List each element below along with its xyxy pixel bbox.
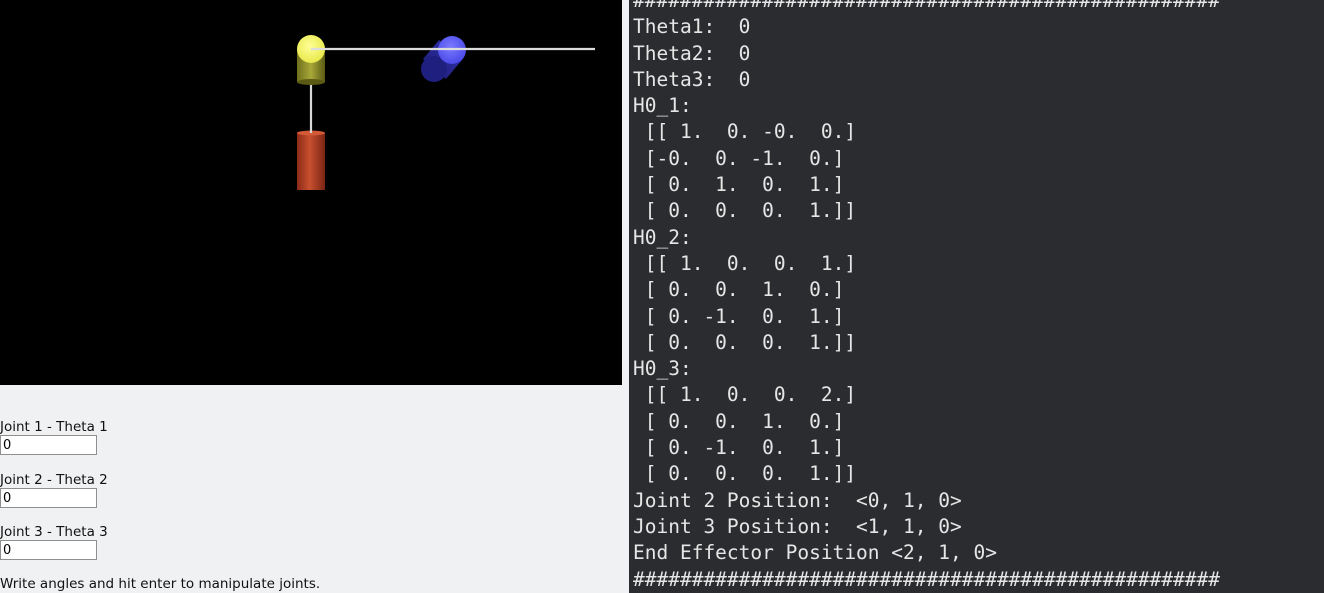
joint3-theta-input[interactable] (0, 540, 97, 560)
joint1-cylinder (297, 35, 325, 85)
joint3-label: Joint 3 - Theta 3 (0, 524, 108, 540)
console-line: ########################################… (633, 0, 1220, 12)
joint2-cylinder (421, 36, 466, 82)
console-line: H0_3: (633, 357, 692, 381)
console-line: [ 0. 1. 0. 1.] (633, 173, 845, 197)
console-line: [ 0. 0. 0. 1.]] (633, 199, 857, 223)
joint2-label: Joint 2 - Theta 2 (0, 472, 108, 488)
console-line: [[ 1. 0. -0. 0.] (633, 120, 857, 144)
console-line: [ 0. 0. 0. 1.]] (633, 462, 857, 486)
console-line: [ 0. 0. 1. 0.] (633, 278, 845, 302)
robot-arm-scene (297, 35, 595, 190)
console-line: [ 0. -1. 0. 1.] (633, 304, 845, 328)
console-line: [ 0. -1. 0. 1.] (633, 436, 845, 460)
console-line: [[ 1. 0. 0. 2.] (633, 383, 857, 407)
simulation-pane: Joint 1 - Theta 1 Joint 2 - Theta 2 Join… (0, 0, 622, 593)
console-line: ########################################… (633, 567, 1220, 591)
joint1-control: Joint 1 - Theta 1 (0, 419, 200, 455)
console-lines: ########################################… (633, 0, 1220, 593)
console-line: [[ 1. 0. 0. 1.] (633, 251, 857, 275)
console-line: H0_2: (633, 225, 692, 249)
joint3-control: Joint 3 - Theta 3 (0, 524, 200, 560)
pane-divider[interactable] (622, 0, 629, 593)
joint2-theta-input[interactable] (0, 488, 97, 508)
base-link (297, 130, 325, 190)
console-line: Joint 3 Position: <1, 1, 0> (633, 514, 962, 538)
console-line: H0_1: (633, 94, 692, 118)
joint1-label: Joint 1 - Theta 1 (0, 419, 108, 435)
joint1-theta-input[interactable] (0, 435, 97, 455)
console-line: Joint 2 Position: <0, 1, 0> (633, 488, 962, 512)
console-output[interactable]: ########################################… (629, 0, 1324, 593)
app-window: Joint 1 - Theta 1 Joint 2 - Theta 2 Join… (0, 0, 1324, 593)
console-line: [-0. 0. -1. 0.] (633, 146, 845, 170)
3d-viewport[interactable] (0, 0, 622, 385)
instructions-text: Write angles and hit enter to manipulate… (0, 576, 321, 592)
joint2-control: Joint 2 - Theta 2 (0, 472, 200, 508)
console-line: [ 0. 0. 0. 1.]] (633, 330, 857, 354)
console-line: Theta1: 0 (633, 15, 751, 39)
console-line: End Effector Position <2, 1, 0> (633, 541, 997, 565)
console-line: Theta3: 0 (633, 67, 751, 91)
console-line: [ 0. 0. 1. 0.] (633, 409, 845, 433)
console-line: Theta2: 0 (633, 41, 751, 65)
